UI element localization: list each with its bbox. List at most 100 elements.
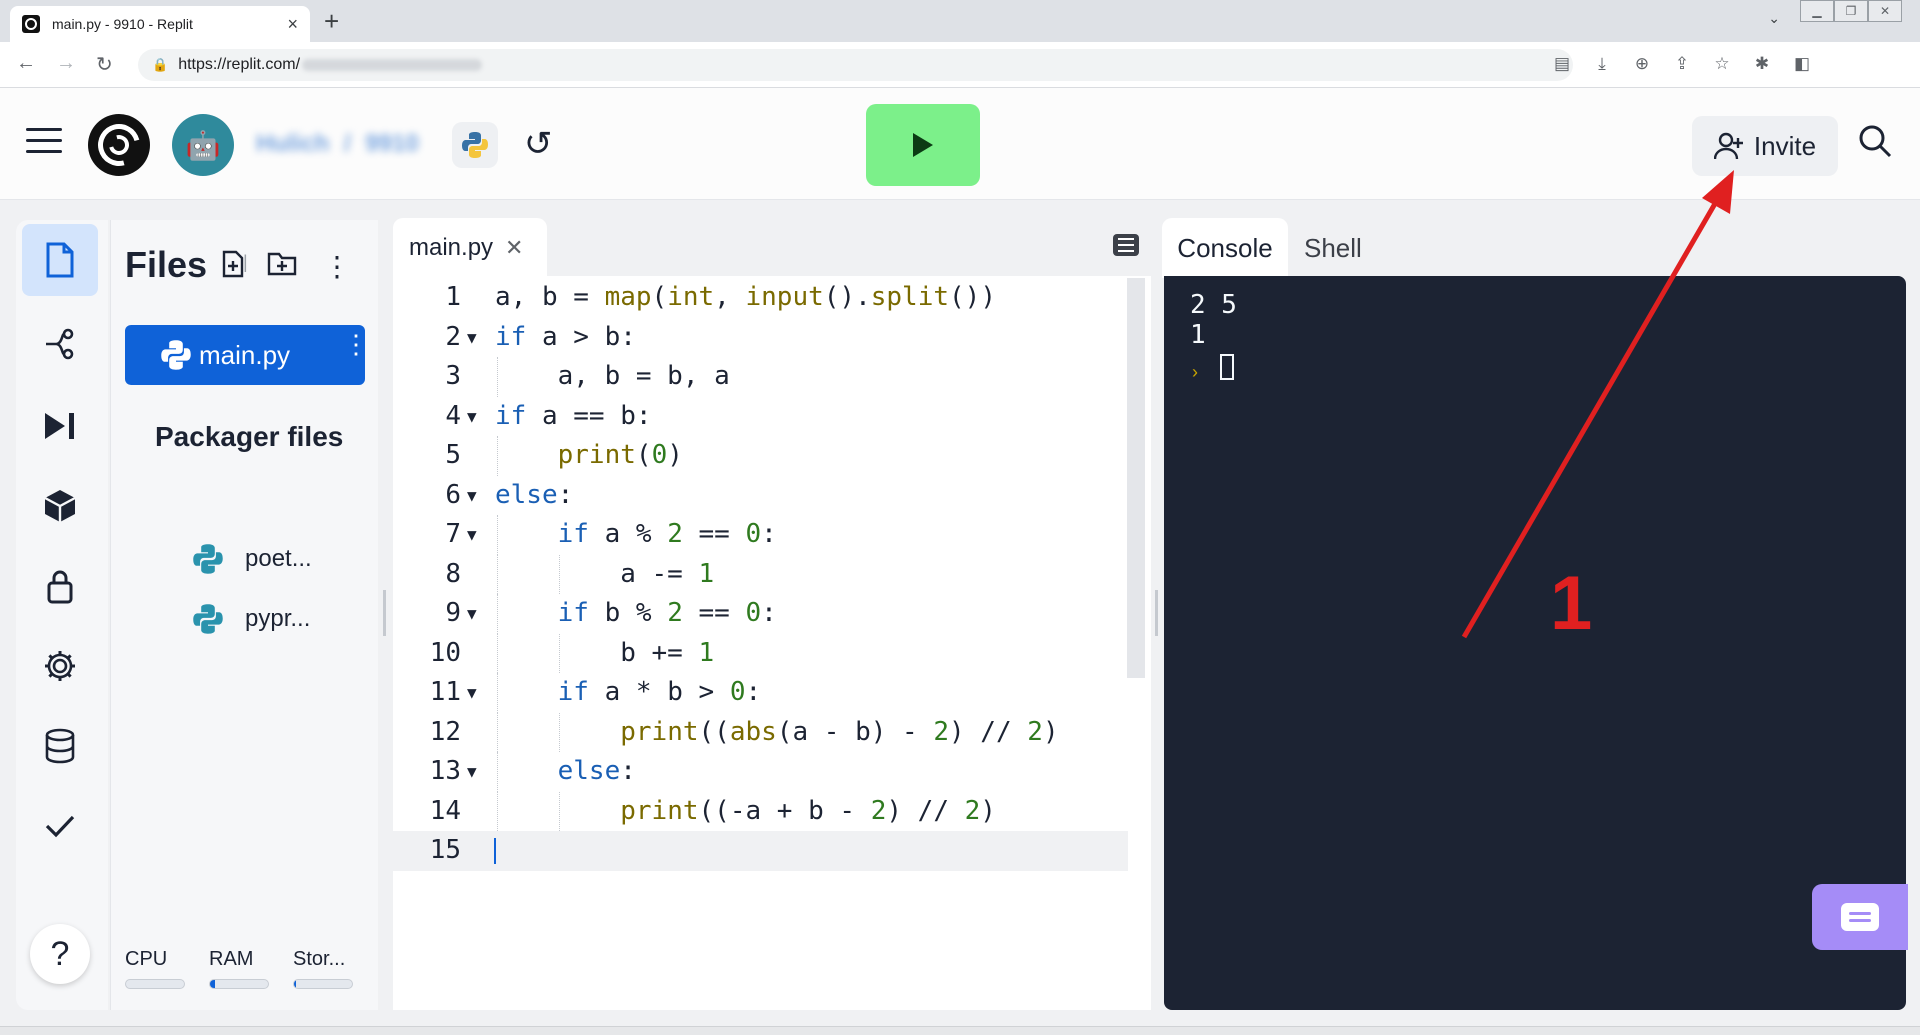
code-line[interactable]: 6 ▼ else:: [393, 476, 1128, 516]
user-avatar[interactable]: 🤖: [172, 114, 234, 176]
version-history-icon[interactable]: ↺: [524, 124, 553, 164]
settings-tool-button[interactable]: [22, 630, 98, 702]
code-line[interactable]: 13 ▼ else:: [393, 752, 1128, 792]
resource-cpu: CPU: [125, 948, 187, 989]
code-line[interactable]: 5 print(0): [393, 436, 1128, 476]
code-text: if b % 2 == 0:: [557, 598, 777, 628]
tab-shell[interactable]: Shell: [1304, 218, 1362, 278]
replit-logo-icon[interactable]: [88, 114, 150, 176]
packager-file-item[interactable]: pypr...: [191, 602, 310, 636]
chat-feedback-button[interactable]: [1812, 884, 1908, 950]
tool-rail: ?: [16, 220, 108, 1010]
code-text: if a == b:: [495, 400, 652, 431]
restore-icon[interactable]: ❐: [1834, 0, 1868, 22]
reload-icon[interactable]: ↻: [96, 52, 113, 77]
editor-options-icon[interactable]: [1113, 234, 1139, 256]
tab-close-icon[interactable]: ×: [287, 14, 298, 35]
hamburger-menu-icon[interactable]: [26, 128, 62, 156]
editor-tab-main-py[interactable]: main.py ✕: [393, 218, 547, 278]
files-tool-button[interactable]: [22, 224, 98, 296]
line-number: 11: [429, 677, 461, 707]
repl-name[interactable]: 9910: [365, 130, 418, 157]
search-icon[interactable]: [1858, 124, 1892, 166]
code-line[interactable]: 8 a -= 1: [393, 554, 1128, 594]
file-item-main-py[interactable]: main.py ⋮: [125, 325, 369, 385]
clipboard-icon[interactable]: ▤: [1542, 54, 1582, 74]
debugger-tool-button[interactable]: [22, 390, 98, 462]
code-text: a -= 1: [495, 558, 715, 589]
extensions-icon[interactable]: ✱: [1742, 54, 1782, 74]
fold-toggle-icon[interactable]: ▼: [467, 673, 477, 713]
code-line[interactable]: 11 ▼ if a * b > 0:: [393, 673, 1128, 713]
resource-label: Stor...: [293, 948, 346, 970]
editor-tab-label: main.py: [409, 234, 494, 261]
invite-label: Invite: [1753, 130, 1817, 161]
code-line[interactable]: 2 ▼ if a > b:: [393, 318, 1128, 358]
editor-scrollbar[interactable]: [1127, 278, 1145, 678]
tests-tool-button[interactable]: [22, 790, 98, 862]
python-language-icon[interactable]: [452, 122, 498, 168]
line-number: 3: [445, 361, 461, 391]
browser-toolbar: ← → ↻ 🔒 https://replit.com/ ▤ ⤓ ⊕ ⇪ ☆ ✱ …: [0, 42, 1920, 120]
console-output[interactable]: 2 5 1 ›: [1164, 276, 1906, 1010]
editor-tab-strip: main.py ✕: [393, 218, 1151, 278]
fold-toggle-icon[interactable]: ▼: [467, 318, 477, 358]
code-line[interactable]: 9 ▼ if b % 2 == 0:: [393, 594, 1128, 634]
code-line[interactable]: 15: [393, 831, 1128, 871]
git-tool-button[interactable]: [22, 308, 98, 380]
side-panel-icon[interactable]: ◧: [1782, 54, 1822, 74]
packager-file-item[interactable]: poet...: [191, 542, 312, 576]
code-line[interactable]: 12 print((abs(a - b) - 2) // 2): [393, 712, 1128, 752]
tab-console[interactable]: Console: [1162, 218, 1288, 278]
file-options-icon[interactable]: ⋮: [343, 331, 369, 357]
help-button[interactable]: ?: [30, 924, 90, 984]
new-tab-button[interactable]: +: [324, 6, 339, 36]
minimize-icon[interactable]: ▁: [1800, 0, 1834, 22]
close-tab-icon[interactable]: ✕: [505, 235, 523, 261]
zoom-icon[interactable]: ⊕: [1622, 54, 1662, 74]
fold-toggle-icon[interactable]: ▼: [467, 515, 477, 555]
new-file-icon[interactable]: [221, 250, 245, 285]
step-forward-icon: [45, 413, 74, 439]
fold-toggle-icon[interactable]: ▼: [467, 397, 477, 437]
username[interactable]: Hulich: [256, 130, 329, 157]
run-button[interactable]: [866, 104, 980, 186]
tab-search-chevron-icon[interactable]: ⌄: [1768, 10, 1780, 27]
code-line[interactable]: 14 print((-a + b - 2) // 2): [393, 791, 1128, 831]
resource-bar: [209, 979, 269, 989]
code-line[interactable]: 4 ▼ if a == b:: [393, 397, 1128, 437]
packages-tool-button[interactable]: [22, 470, 98, 542]
code-line[interactable]: 1 a, b = map(int, input().split()): [393, 278, 1128, 318]
close-window-icon[interactable]: ✕: [1868, 0, 1902, 22]
fold-toggle-icon[interactable]: ▼: [467, 594, 477, 634]
forward-icon[interactable]: →: [56, 52, 76, 75]
code-text: print(0): [557, 440, 683, 470]
files-menu-icon[interactable]: ⋮: [323, 250, 351, 283]
line-number: 2: [445, 321, 461, 352]
console-tab-strip: Console Shell: [1162, 218, 1906, 278]
new-folder-icon[interactable]: [267, 250, 297, 283]
panel-resize-handle[interactable]: [1155, 590, 1158, 636]
invite-button[interactable]: Invite: [1692, 116, 1838, 176]
code-line[interactable]: 7 ▼ if a % 2 == 0:: [393, 515, 1128, 555]
install-icon[interactable]: ⤓: [1582, 54, 1622, 74]
panel-resize-handle[interactable]: [383, 590, 386, 636]
browser-tab[interactable]: main.py - 9910 - Replit ×: [10, 6, 310, 42]
fold-toggle-icon[interactable]: ▼: [467, 476, 477, 516]
bookmark-star-icon[interactable]: ☆: [1702, 54, 1742, 74]
code-area[interactable]: 1 a, b = map(int, input().split()) 2 ▼ if a …: [393, 278, 1128, 871]
code-line[interactable]: 3 a, b = b, a: [393, 357, 1128, 397]
secrets-tool-button[interactable]: [22, 550, 98, 622]
code-line[interactable]: 10 b += 1: [393, 633, 1128, 673]
database-tool-button[interactable]: [22, 710, 98, 782]
address-bar[interactable]: 🔒 https://replit.com/: [138, 49, 1573, 81]
python-file-icon: [161, 340, 191, 370]
console-cursor: [1220, 354, 1234, 380]
fold-toggle-icon[interactable]: ▼: [467, 752, 477, 792]
share-icon[interactable]: ⇪: [1662, 54, 1702, 74]
line-number: 15: [429, 835, 461, 865]
line-number: 6: [445, 479, 461, 510]
browser-tab-strip: main.py - 9910 - Replit × + ⌄ ▁ ❐ ✕: [0, 0, 1920, 42]
back-icon[interactable]: ←: [16, 52, 36, 75]
repl-path[interactable]: Hulich / 9910: [256, 130, 419, 158]
